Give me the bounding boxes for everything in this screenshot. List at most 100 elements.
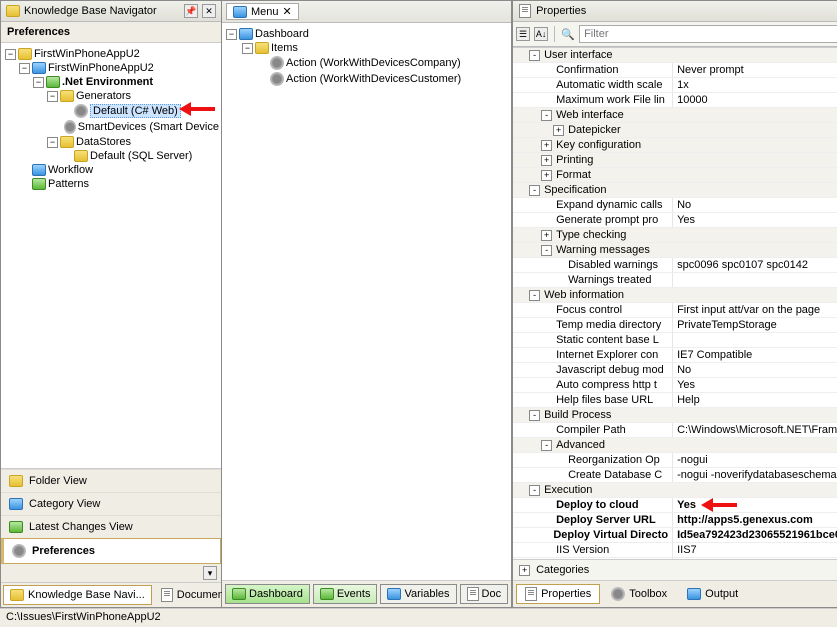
property-value[interactable]: IE7 Compatible — [673, 348, 837, 362]
property-value[interactable]: http://apps5.genexus.com/Id5ea792423d230… — [673, 558, 837, 559]
property-row[interactable]: −Internet Explorer conIE7 Compatible — [513, 348, 837, 363]
property-row[interactable]: −Expand dynamic callsNo — [513, 198, 837, 213]
categorized-button[interactable]: ☰ — [516, 27, 530, 41]
properties-grid[interactable]: -User interface−ConfirmationNever prompt… — [513, 47, 837, 559]
pin-button[interactable]: 📌 — [184, 4, 198, 18]
property-value[interactable]: -nogui — [673, 453, 837, 467]
property-row[interactable]: −Deploy to cloudYes — [513, 498, 837, 513]
expander[interactable]: − — [226, 29, 237, 40]
expander[interactable]: − — [47, 91, 58, 102]
tree-label[interactable]: Patterns — [48, 178, 89, 190]
folder-view[interactable]: Folder View — [1, 469, 221, 492]
tree-label-selected[interactable]: Default (C# Web) — [90, 104, 181, 118]
property-row[interactable]: −Maximum work File lin10000 — [513, 93, 837, 108]
property-category[interactable]: -Web information — [513, 288, 837, 303]
property-category[interactable]: -Specification — [513, 183, 837, 198]
tree-label[interactable]: .Net Environment — [62, 76, 153, 88]
property-value[interactable]: http://apps5.genexus.com — [673, 513, 837, 527]
menu-tab[interactable]: Menu✕ — [226, 3, 299, 20]
expander[interactable]: - — [529, 50, 540, 61]
tree-label[interactable]: Items — [271, 42, 298, 54]
preferences-view[interactable]: Preferences — [1, 538, 221, 564]
property-value[interactable]: Yes — [673, 213, 837, 227]
property-category[interactable]: -Advanced — [513, 438, 837, 453]
property-row[interactable]: −IIS VersionIIS7 — [513, 543, 837, 558]
expander[interactable]: - — [529, 410, 540, 421]
property-row[interactable]: −Focus controlFirst input att/var on the… — [513, 303, 837, 318]
property-value[interactable]: Yes — [673, 378, 837, 392]
property-row[interactable]: −Disabled warningsspc0096 spc0107 spc014… — [513, 258, 837, 273]
property-category[interactable]: +Format — [513, 168, 837, 183]
property-row[interactable]: −Auto compress http tYes — [513, 378, 837, 393]
property-category[interactable]: -Web interface — [513, 108, 837, 123]
expander[interactable]: - — [541, 440, 552, 451]
property-category[interactable]: -Execution — [513, 483, 837, 498]
tree-label[interactable]: FirstWinPhoneAppU2 — [34, 48, 140, 60]
variables-tab[interactable]: Variables — [380, 584, 456, 604]
property-row[interactable]: −Generate prompt proYes — [513, 213, 837, 228]
filter-input[interactable] — [579, 25, 837, 43]
property-category[interactable]: -Warning messages — [513, 243, 837, 258]
expander[interactable]: − — [242, 43, 253, 54]
kbn-tab[interactable]: Knowledge Base Navi... — [3, 585, 152, 605]
property-category[interactable]: +Datepicker — [513, 123, 837, 138]
category-view[interactable]: Category View — [1, 492, 221, 515]
property-value[interactable]: Id5ea792423d23065521961bce0546bb8d — [673, 528, 837, 542]
tree-label[interactable]: DataStores — [76, 136, 131, 148]
events-tab[interactable]: Events — [313, 584, 378, 604]
toolbox-tab[interactable]: Toolbox — [602, 584, 676, 604]
property-value[interactable]: Help — [673, 393, 837, 407]
property-row[interactable]: −Automatic width scale1x — [513, 78, 837, 93]
expander[interactable]: − — [33, 77, 44, 88]
property-value[interactable]: 10000 — [673, 93, 837, 107]
property-category[interactable]: +Type checking — [513, 228, 837, 243]
output-tab[interactable]: Output — [678, 584, 747, 604]
dropdown-button[interactable]: ▾ — [203, 566, 217, 580]
property-row[interactable]: −Compiler PathC:\Windows\Microsoft.NET\F… — [513, 423, 837, 438]
expander[interactable]: + — [541, 155, 552, 166]
property-row[interactable]: −Web Roothttp://apps5.genexus.com/Id5ea7… — [513, 558, 837, 559]
tree-label[interactable]: Default (SQL Server) — [90, 150, 192, 162]
categories-toggle[interactable]: +Categories — [513, 559, 837, 580]
expander[interactable]: + — [541, 140, 552, 151]
property-row[interactable]: −Help files base URLHelp — [513, 393, 837, 408]
tree-label[interactable]: Dashboard — [255, 28, 309, 40]
dashboard-tab[interactable]: Dashboard — [225, 584, 310, 604]
property-category[interactable]: +Key configuration — [513, 138, 837, 153]
close-button[interactable]: ✕ — [202, 4, 216, 18]
property-value[interactable]: -nogui -noverifydatabaseschema — [673, 468, 837, 482]
property-value[interactable]: IIS7 — [673, 543, 837, 557]
property-value[interactable] — [673, 333, 837, 347]
property-row[interactable]: −Deploy Virtual DirectoId5ea792423d23065… — [513, 528, 837, 543]
property-category[interactable]: -User interface — [513, 48, 837, 63]
property-row[interactable]: −Warnings treated — [513, 273, 837, 288]
expander[interactable]: − — [47, 137, 58, 148]
editor-body[interactable]: −Dashboard −Items Action (WorkWithDevice… — [222, 23, 511, 580]
property-value[interactable]: Never prompt — [673, 63, 837, 77]
property-value[interactable]: Yes — [673, 498, 837, 512]
expander[interactable]: − — [19, 63, 30, 74]
property-row[interactable]: −Create Database C-nogui -noverifydataba… — [513, 468, 837, 483]
property-row[interactable]: −Javascript debug modNo — [513, 363, 837, 378]
property-category[interactable]: +Printing — [513, 153, 837, 168]
tree-label[interactable]: Action (WorkWithDevicesCompany) — [286, 57, 461, 69]
property-row[interactable]: −Reorganization Op-nogui — [513, 453, 837, 468]
property-value[interactable]: spc0096 spc0107 spc0142 — [673, 258, 837, 272]
properties-tab[interactable]: Properties — [516, 584, 600, 604]
property-row[interactable]: −Deploy Server URLhttp://apps5.genexus.c… — [513, 513, 837, 528]
property-category[interactable]: -Build Process — [513, 408, 837, 423]
property-value[interactable] — [673, 273, 837, 287]
expander[interactable]: − — [5, 49, 16, 60]
tree-label[interactable]: Workflow — [48, 164, 93, 176]
doc-tab[interactable]: Doc — [460, 584, 509, 604]
alphabetical-button[interactable]: A↓ — [534, 27, 548, 41]
expander[interactable]: + — [541, 230, 552, 241]
property-value[interactable]: C:\Windows\Microsoft.NET\Framework\v3.5\… — [673, 423, 837, 437]
property-value[interactable]: No — [673, 198, 837, 212]
tree-label[interactable]: SmartDevices (Smart Device — [78, 121, 219, 133]
property-row[interactable]: −Temp media directoryPrivateTempStorage — [513, 318, 837, 333]
property-row[interactable]: −Static content base L — [513, 333, 837, 348]
tree-label[interactable]: FirstWinPhoneAppU2 — [48, 62, 154, 74]
tree-label[interactable]: Action (WorkWithDevicesCustomer) — [286, 73, 461, 85]
property-value[interactable]: First input att/var on the page — [673, 303, 837, 317]
